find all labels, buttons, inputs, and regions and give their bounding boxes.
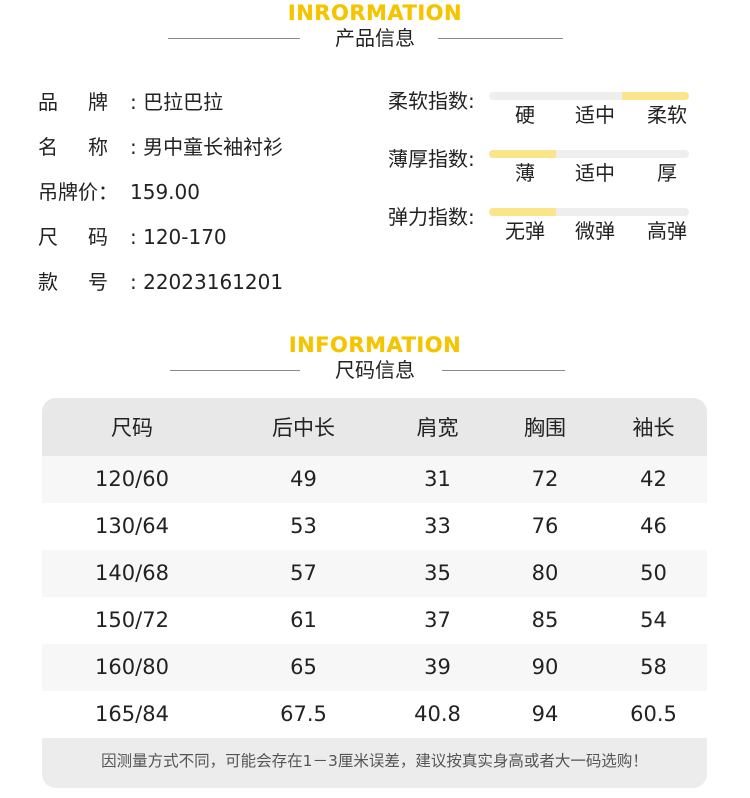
table-row: 120/60 49 31 72 42 [42,456,707,503]
elasticity-indicator: 弹力指数: 无弹 微弹 高弹 [388,202,708,252]
table-row: 140/68 57 35 80 50 [42,550,707,597]
product-heading-cn: 产品信息 [335,26,415,50]
elasticity-option: 高弹 [647,219,687,243]
table-row: 150/72 61 37 85 54 [95,608,667,632]
softness-bar [489,92,689,100]
style-no-value: : 22023161201 [130,270,284,294]
size-heading-cn: 尺码信息 [335,358,415,382]
elasticity-bar-fill [489,208,556,216]
thickness-option: 薄 [515,161,535,185]
header-sleeve: 袖长 [632,416,675,440]
measurement-note: 因测量方式不同，可能会存在1－3厘米误差，建议按真实身高或者大一码选购！ [42,738,707,788]
softness-option: 柔软 [647,103,687,127]
elasticity-option: 无弹 [505,219,545,243]
thickness-indicator: 薄厚指数: 薄 适中 厚 [388,144,708,194]
elasticity-bar [489,208,689,216]
brand-value: : 巴拉巴拉 [130,90,224,114]
softness-bar-fill [622,92,689,100]
table-row: 165/84 67.5 40.8 94 60.5 [95,702,677,726]
size-section-heading: INFORMATION 尺码信息 [0,334,750,384]
thickness-bar [489,150,689,158]
heading-divider-right [442,370,565,371]
header-back-length: 后中长 [272,416,335,440]
thickness-option: 适中 [575,161,615,185]
header-size: 尺码 [111,416,153,440]
softness-indicator: 柔软指数: 硬 适中 柔软 [388,86,708,136]
table-row: 160/80 65 39 90 58 [42,644,707,691]
price-value: 159.00 [130,180,200,204]
header-chest: 胸围 [524,416,566,440]
softness-option: 适中 [575,103,615,127]
heading-divider-left [168,38,300,39]
thickness-option: 厚 [657,161,677,185]
product-section-heading: INRORMATION 产品信息 [0,2,750,52]
size-table-header: 尺码 后中长 肩宽 胸围 袖长 [42,398,707,456]
heading-divider-left [170,370,300,371]
thickness-bar-fill [489,150,556,158]
size-range-value: : 120-170 [130,225,227,249]
header-shoulder: 肩宽 [416,416,459,440]
name-value: : 男中童长袖衬衫 [130,135,284,159]
size-table: 尺码 后中长 肩宽 胸围 袖长 120/60 49 31 72 42 130/6… [42,398,707,788]
elasticity-option: 微弹 [575,219,615,243]
table-row: 130/64 53 33 76 46 [95,514,667,538]
softness-option: 硬 [515,103,535,127]
product-heading-en: INRORMATION [287,1,463,25]
heading-divider-right [438,38,563,39]
size-heading-en: INFORMATION [288,333,462,357]
